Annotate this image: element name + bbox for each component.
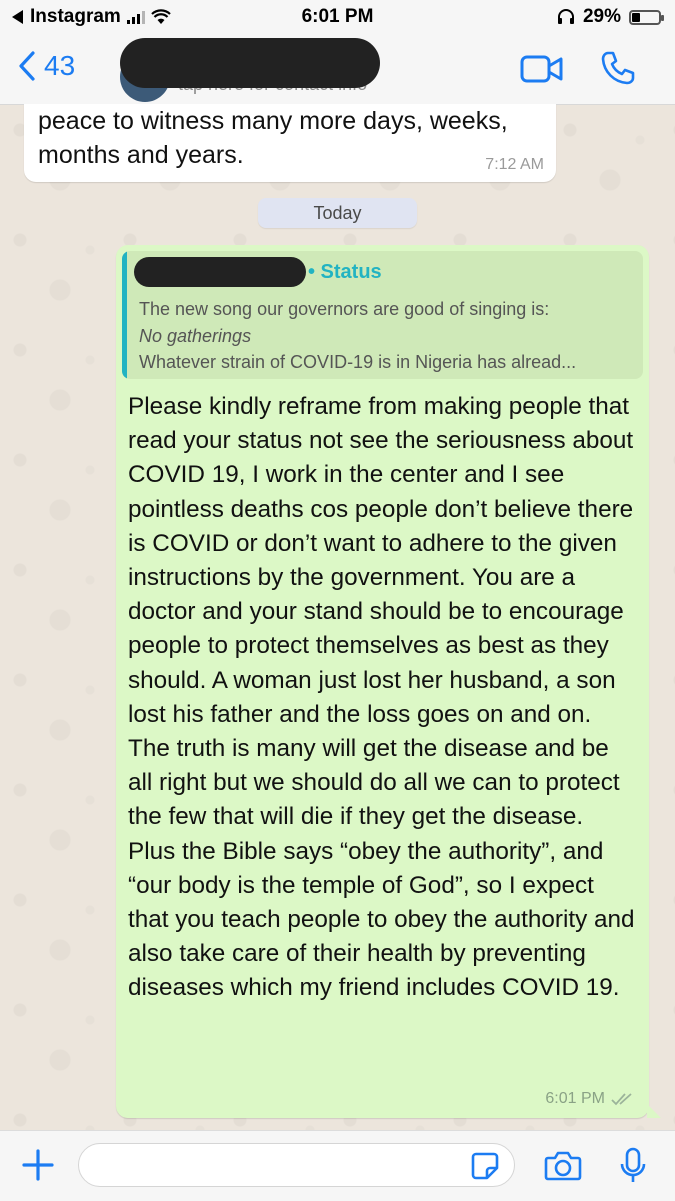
chat-header: 43 tap here for contact info	[0, 34, 675, 105]
message-time: 6:01 PM	[545, 1090, 605, 1107]
message-paragraph: Plus the Bible says “obey the authority”…	[128, 837, 635, 1002]
compose-bar	[0, 1130, 675, 1201]
outgoing-message[interactable]: • Status The new song our governors are …	[116, 245, 661, 1118]
back-button[interactable]: 43	[18, 50, 75, 82]
quoted-line: Whatever strain of COVID-19 is in Nigeri…	[139, 352, 577, 372]
camera-icon[interactable]	[544, 1149, 582, 1181]
message-body: Please kindly reframe from making people…	[128, 390, 638, 1006]
quote-accent-bar	[122, 251, 127, 379]
message-paragraph: Please kindly reframe from making people…	[128, 393, 634, 831]
phone-call-icon[interactable]	[600, 50, 636, 86]
quoted-sender-redacted	[134, 257, 306, 287]
message-time: 7:12 AM	[485, 156, 544, 173]
status-bar: Instagram 6:01 PM 29%	[0, 0, 675, 34]
battery-percent: 29%	[582, 6, 621, 27]
bubble-tail	[647, 1104, 661, 1118]
quoted-sender-label: • Status	[308, 261, 382, 283]
message-text: peace to witness many more days, weeks, …	[38, 107, 508, 169]
sticker-icon[interactable]	[470, 1151, 500, 1181]
incoming-message[interactable]: peace to witness many more days, weeks, …	[24, 104, 556, 182]
headphones-icon	[557, 9, 574, 24]
date-divider: Today	[258, 198, 417, 228]
quoted-line: The new song our governors are good of s…	[139, 299, 550, 319]
message-meta: 6:01 PM	[545, 1090, 635, 1108]
double-check-icon	[611, 1093, 632, 1106]
battery-icon	[629, 9, 664, 25]
plus-icon[interactable]	[20, 1147, 56, 1183]
quoted-status[interactable]: • Status The new song our governors are …	[122, 251, 643, 379]
contact-name-redacted[interactable]	[120, 38, 380, 88]
microphone-icon[interactable]	[620, 1147, 646, 1185]
message-input[interactable]	[78, 1143, 515, 1187]
quoted-line: No gatherings	[139, 326, 252, 346]
chevron-left-icon	[19, 51, 35, 81]
video-call-icon[interactable]	[520, 54, 564, 84]
battery-fill	[632, 12, 640, 22]
unread-count: 43	[44, 50, 76, 81]
